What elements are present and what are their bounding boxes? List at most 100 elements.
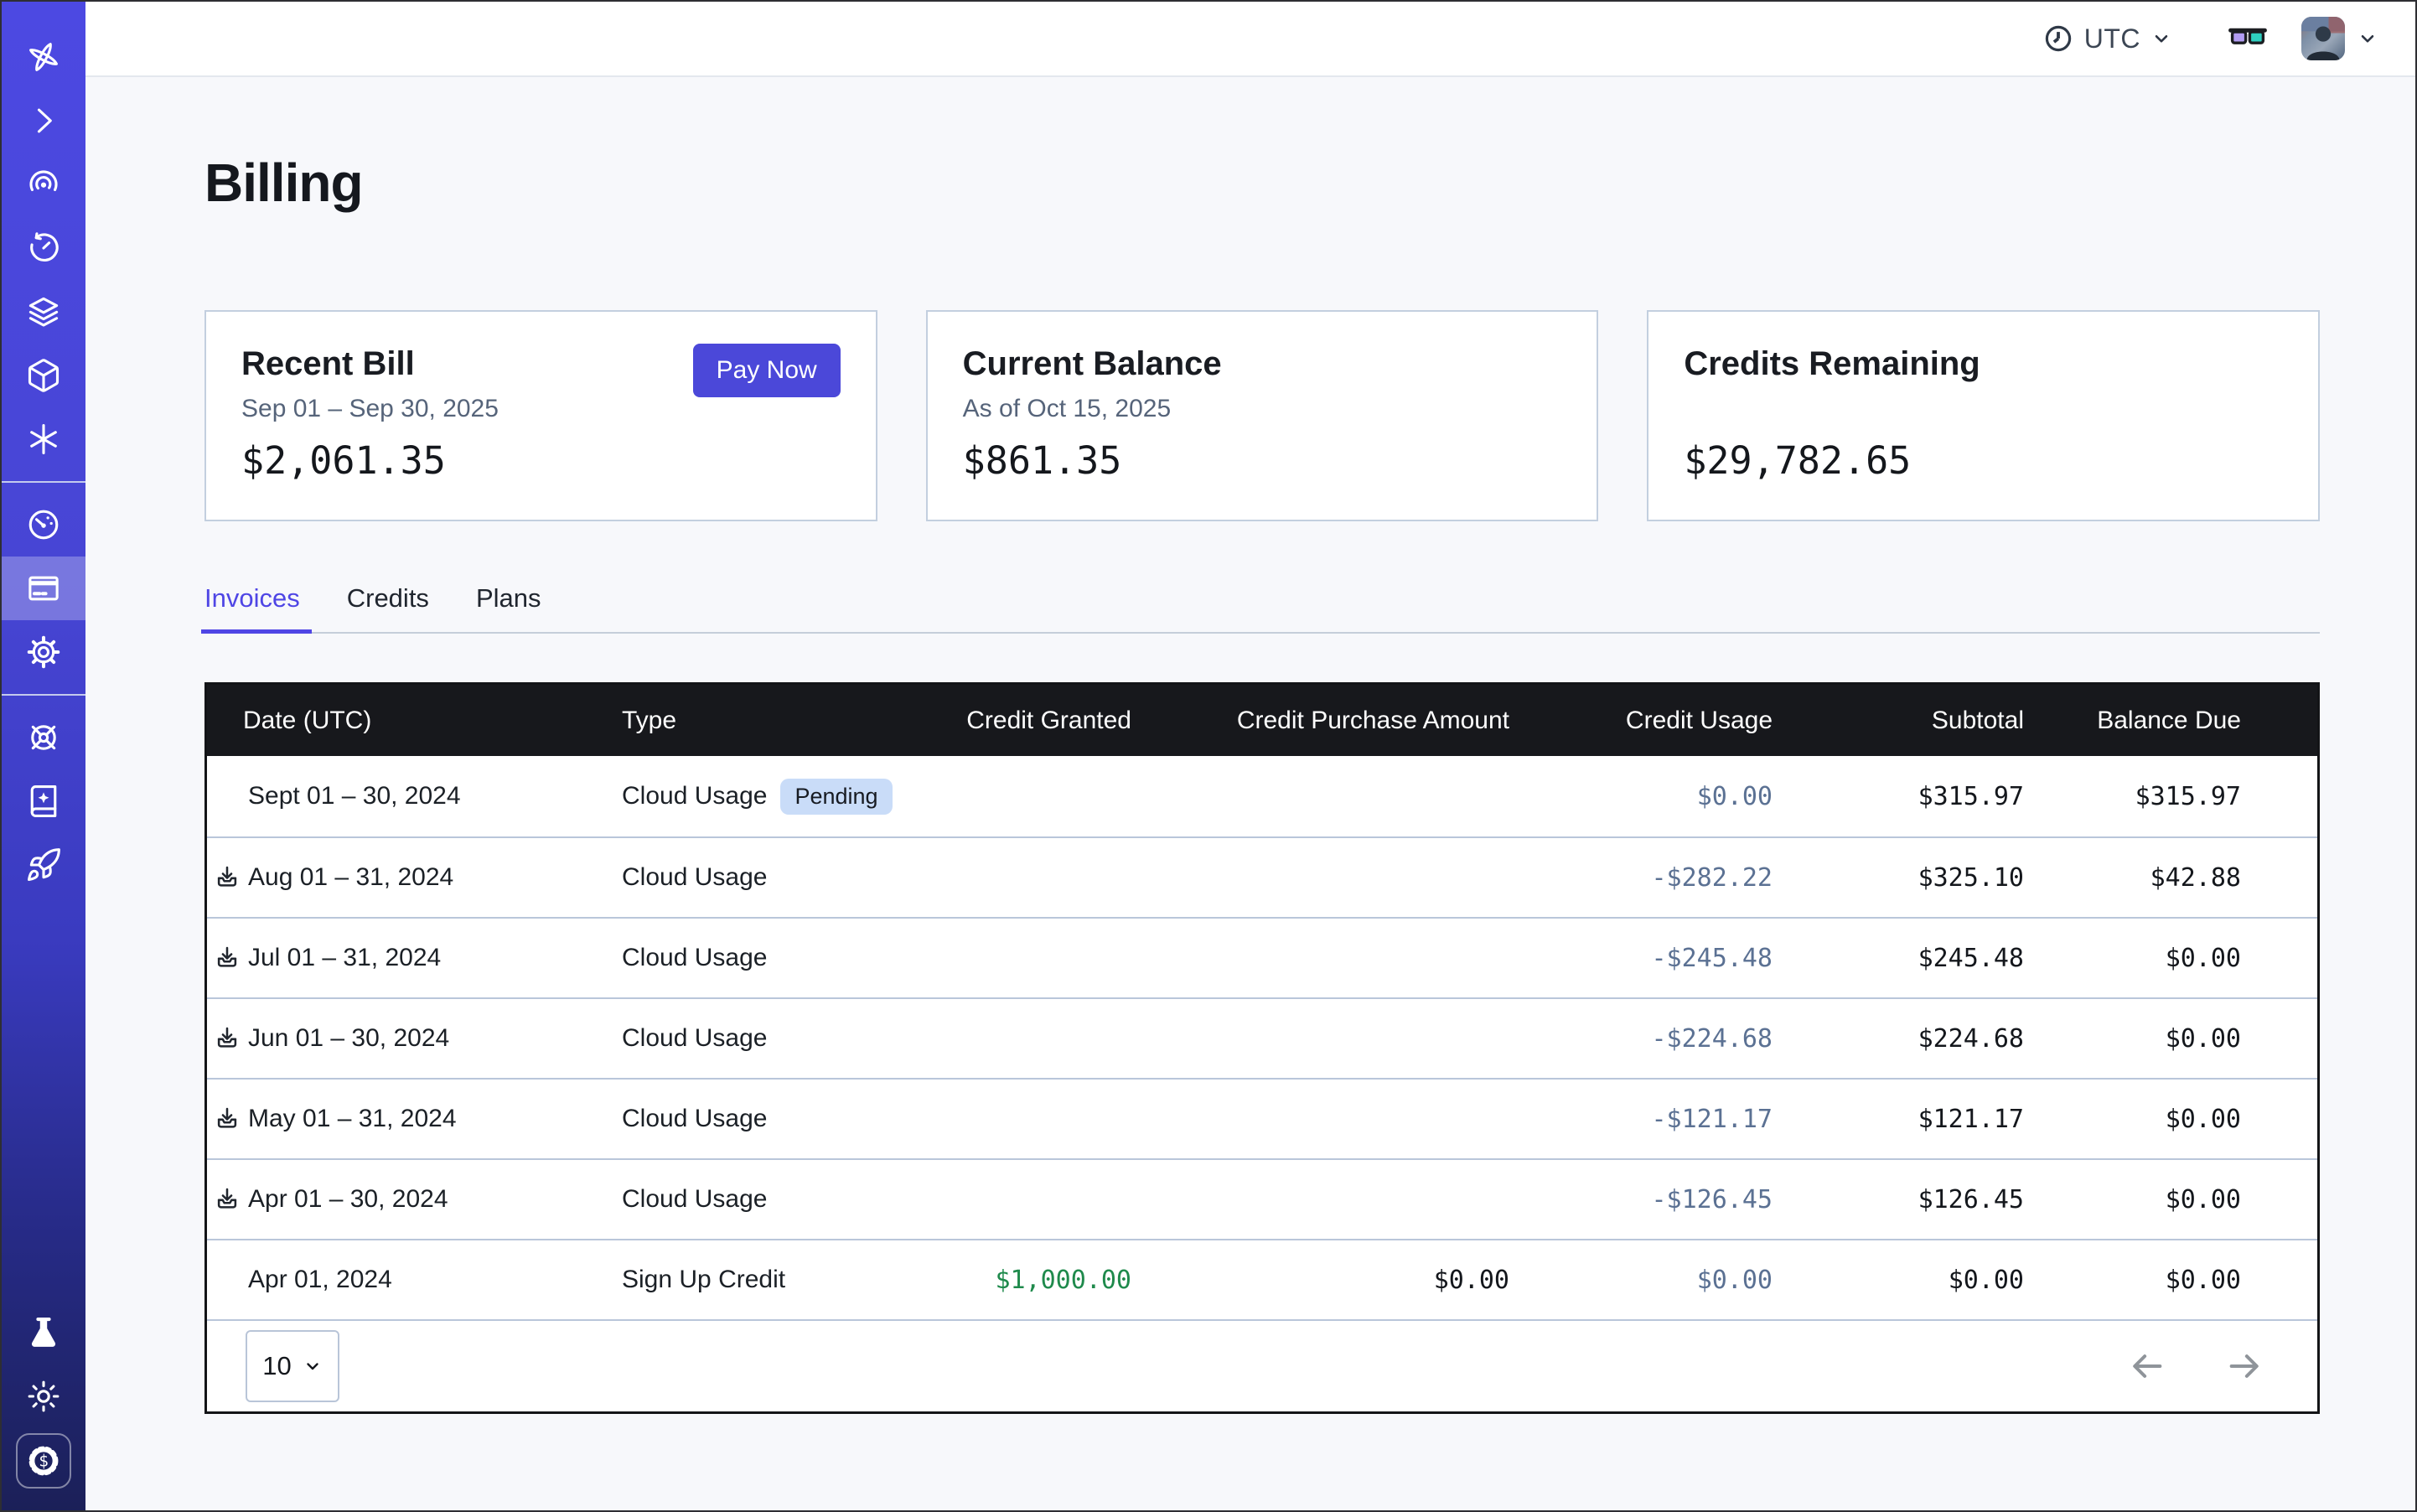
sidebar-item-settings[interactable] [2,620,85,684]
invoice-date-cell: May 01 – 31, 2024 [207,1105,599,1133]
download-invoice-button[interactable] [214,1025,241,1052]
helm-wheel-icon [25,719,62,756]
download-icon [214,864,241,891]
card-subtitle: Sep 01 – Sep 30, 2025 [241,395,841,423]
card-subtitle [1684,395,2283,423]
card-title: Current Balance [963,345,1562,383]
sidebar-item-observability[interactable] [2,153,85,216]
balance-due-cell: $0.00 [2032,944,2321,973]
invoice-date: Apr 01, 2024 [248,1266,392,1294]
download-invoice-button[interactable] [214,945,241,971]
topbar: UTC [85,2,2415,77]
download-icon [214,1186,241,1213]
sidebar-item-theme[interactable] [2,1364,85,1428]
sidebar-divider [2,694,85,696]
sidebar-item-docs[interactable] [2,769,85,833]
history-timer-icon [25,230,62,267]
usage-gauge-icon [25,506,62,543]
invoice-date: Sept 01 – 30, 2024 [248,782,461,810]
svg-text:$: $ [39,1452,49,1471]
invoice-type-cell: Cloud Usage [599,863,960,892]
timezone-label: UTC [2084,23,2140,54]
credit-usage-cell: $0.00 [1517,782,1781,811]
column-header-credit-granted: Credit Granted [960,707,1140,735]
page-size-select[interactable]: 10 [246,1330,339,1402]
page-size-value: 10 [262,1351,291,1381]
subtotal-cell: $315.97 [1781,782,2032,811]
previous-page-button[interactable] [2128,1347,2166,1385]
invoice-date-cell: Jun 01 – 30, 2024 [207,1024,599,1053]
invoice-type-cell: Sign Up Credit [599,1266,960,1294]
sidebar-logo[interactable] [2,25,85,89]
download-icon [214,1106,241,1132]
download-invoice-button[interactable] [214,1186,241,1213]
table-row: Sept 01 – 30, 2024Cloud UsagePending$0.0… [207,756,2317,836]
sidebar-item-billing[interactable] [2,557,85,620]
invoice-date-cell: Jul 01 – 31, 2024 [207,944,599,972]
sidebar-item-asterisk[interactable] [2,407,85,471]
sidebar-item-usage[interactable] [2,493,85,557]
card-subtitle: As of Oct 15, 2025 [963,395,1562,423]
credits-remaining-card: Credits Remaining $29,782.65 [1647,310,2320,521]
invoice-type-cell: Cloud Usage [599,1024,960,1053]
invoice-date-cell: Aug 01 – 31, 2024 [207,863,599,892]
recent-bill-card: Recent Bill Sep 01 – Sep 30, 2025 $2,061… [204,310,877,521]
credit-usage-cell: $0.00 [1517,1266,1781,1295]
user-avatar [2301,17,2345,60]
invoice-type-cell: Cloud Usage [599,944,960,972]
subtotal-cell: $0.00 [1781,1266,2032,1295]
invoice-date-cell: Apr 01, 2024 [207,1266,599,1294]
sidebar-item-labs[interactable] [2,1301,85,1364]
sidebar-item-credits[interactable]: $ [16,1433,71,1489]
column-header-credit-purchase: Credit Purchase Amount [1140,707,1517,735]
credit-purchase-cell: $0.00 [1140,1266,1517,1295]
tab-invoices[interactable]: Invoices [204,583,300,632]
balance-due-cell: $0.00 [2032,1024,2321,1054]
current-balance-amount: $861.35 [963,438,1562,483]
download-icon [214,1025,241,1052]
sidebar-item-layers[interactable] [2,280,85,344]
invoice-date: Apr 01 – 30, 2024 [248,1185,448,1214]
main-area: UTC [85,2,2415,1510]
sidebar-item-launch[interactable] [2,833,85,897]
theme-sun-icon [25,1378,62,1415]
invoice-date: Aug 01 – 31, 2024 [248,863,453,892]
tab-credits[interactable]: Credits [347,583,429,632]
credit-usage-cell: -$121.17 [1517,1105,1781,1134]
invoice-type-cell: Cloud Usage [599,1185,960,1214]
sidebar-item-collapse[interactable] [2,89,85,153]
observability-eye-icon [25,166,62,203]
invoice-type: Cloud Usage [622,1185,767,1214]
app-window: $ UTC [0,0,2417,1512]
chevron-down-icon [2357,28,2378,49]
credit-usage-cell: -$126.45 [1517,1185,1781,1214]
download-icon [214,945,241,971]
invoice-type: Cloud Usage [622,782,767,810]
timezone-selector[interactable]: UTC [2042,23,2172,54]
summary-cards: Recent Bill Sep 01 – Sep 30, 2025 $2,061… [204,310,2320,521]
tab-plans[interactable]: Plans [476,583,541,632]
3d-glasses-icon [2228,18,2268,59]
sidebar-divider [2,481,85,483]
rocket-icon [25,847,62,883]
sidebar-item-helm[interactable] [2,706,85,769]
billing-page: Billing Recent Bill Sep 01 – Sep 30, 202… [85,77,2415,1510]
download-invoice-button[interactable] [214,1106,241,1132]
download-invoice-button[interactable] [214,864,241,891]
view-mode-button[interactable] [2228,18,2268,59]
sidebar: $ [2,2,85,1510]
user-menu[interactable] [2301,17,2378,60]
sidebar-item-packages[interactable] [2,344,85,407]
balance-due-cell: $0.00 [2032,1105,2321,1134]
pay-now-button[interactable]: Pay Now [693,344,841,397]
logo-orbit-icon [25,39,62,75]
sidebar-item-history[interactable] [2,216,85,280]
invoice-type: Cloud Usage [622,1024,767,1053]
invoice-type: Cloud Usage [622,1105,767,1133]
table-row: Aug 01 – 31, 2024Cloud Usage-$282.22$325… [207,836,2317,917]
invoice-type-cell: Cloud Usage [599,1105,960,1133]
next-page-button[interactable] [2225,1347,2264,1385]
page-title: Billing [204,149,2320,216]
billing-tabs: Invoices Credits Plans [204,583,2320,634]
arrow-left-icon [2128,1347,2166,1385]
